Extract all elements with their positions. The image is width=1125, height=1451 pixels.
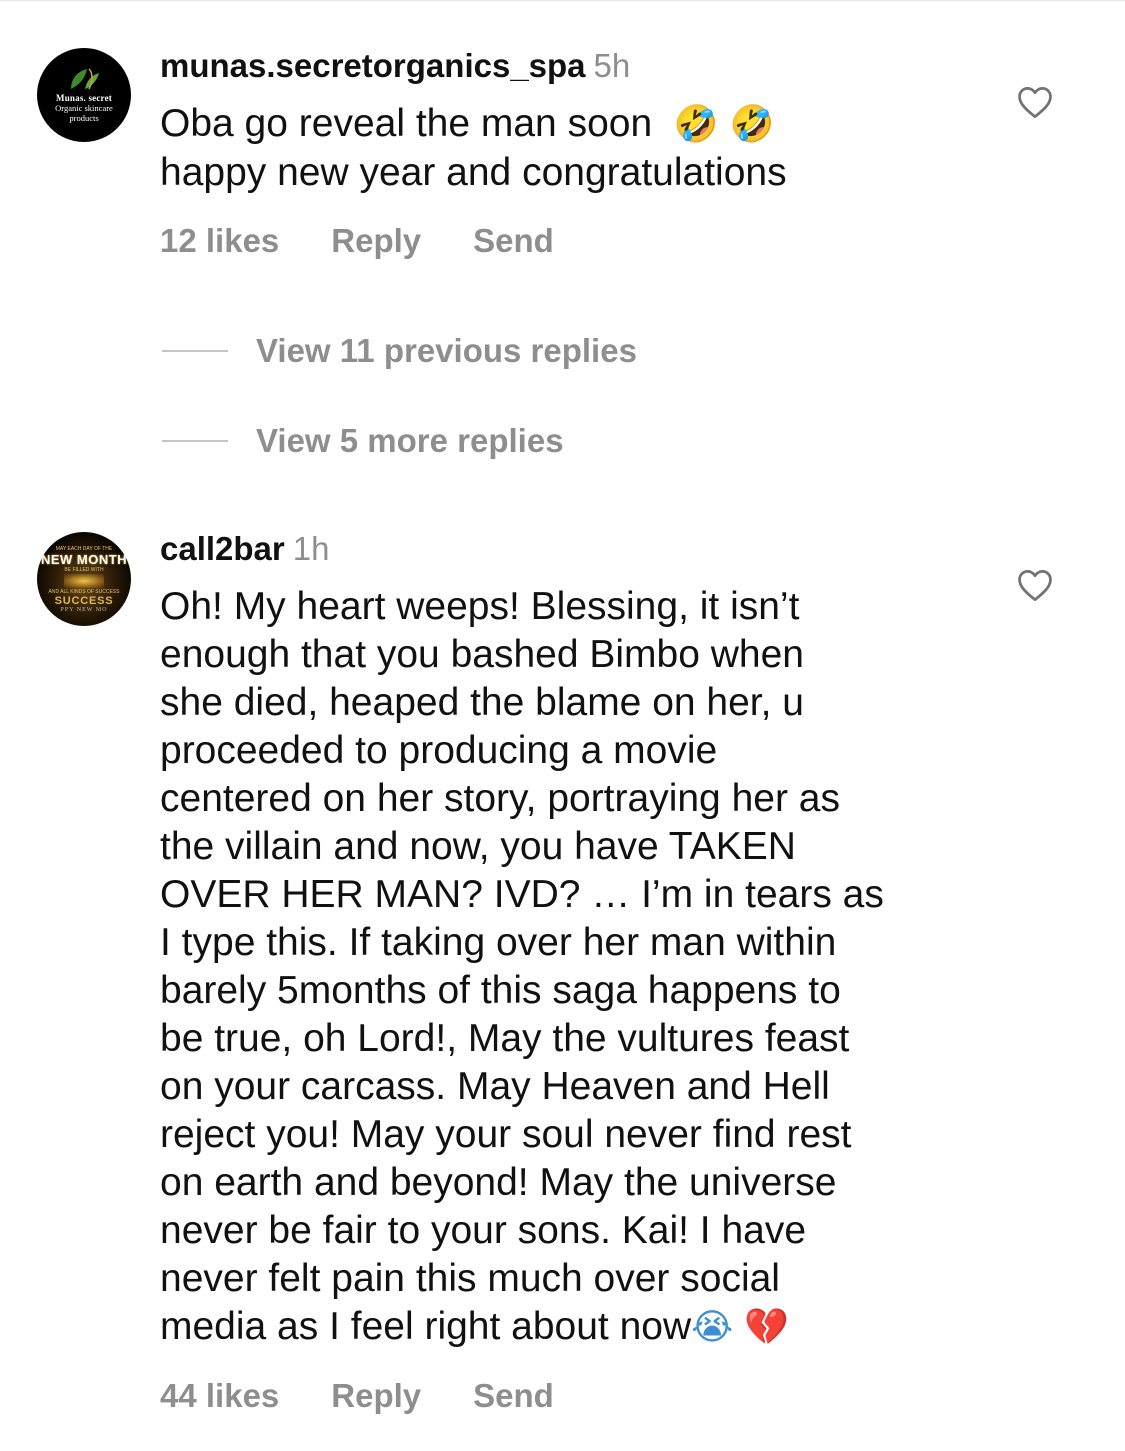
- likes-count[interactable]: 44 likes: [160, 1377, 279, 1415]
- comment-header: munas.secretorganics_spa 5h: [160, 47, 630, 85]
- comment-line: on earth and beyond! May the universe: [160, 1161, 837, 1204]
- comment-line: Oh! My heart weeps! Blessing, it isn’t: [160, 585, 800, 628]
- likes-count[interactable]: 12 likes: [160, 222, 279, 260]
- username[interactable]: munas.secretorganics_spa: [160, 47, 586, 84]
- username[interactable]: call2bar: [160, 530, 285, 567]
- laughing-emoji: 🤣: [673, 104, 719, 145]
- avatar[interactable]: MAY EACH DAY OF THE NEW MONTH BE FILLED …: [37, 532, 131, 626]
- avatar-glow: [64, 573, 104, 588]
- comment-line: on your carcass. May Heaven and Hell: [160, 1065, 830, 1108]
- comment-line: I type this. If taking over her man with…: [160, 921, 837, 964]
- comment-line: Oba go reveal the man soon: [160, 102, 653, 145]
- comment-line: media as I feel right about now: [160, 1305, 692, 1348]
- comment-text: Oh! My heart weeps! Blessing, it isn’t e…: [160, 583, 960, 1352]
- heart-outline-icon[interactable]: [1016, 85, 1054, 119]
- comment-line: barely 5months of this saga happens to: [160, 969, 841, 1012]
- avatar-text: SUCCESS: [54, 594, 114, 607]
- thread-line: [162, 350, 228, 352]
- laughing-emoji: 🤣: [729, 104, 775, 145]
- comment-line: never be fair to your sons. Kai! I have: [160, 1209, 807, 1252]
- avatar-text: NEW MONTH: [40, 551, 128, 567]
- thread-line: [162, 440, 228, 442]
- view-previous-replies[interactable]: View 11 previous replies: [162, 331, 637, 371]
- comment-line: the villain and now, you have TAKEN: [160, 825, 796, 868]
- reply-button[interactable]: Reply: [331, 222, 421, 260]
- broken-heart-emoji: 💔: [744, 1307, 789, 1348]
- avatar-brand-text: Munas. secret: [56, 93, 112, 103]
- comment-line: reject you! May your soul never find res…: [160, 1113, 852, 1156]
- avatar-text: BE FILLED WITH: [64, 566, 104, 573]
- send-button[interactable]: Send: [473, 222, 554, 260]
- comment-header: call2bar 1h: [160, 530, 329, 568]
- avatar-text: PPY NEW MO: [60, 606, 108, 613]
- avatar-brand-subtext: products: [69, 113, 99, 123]
- comment-line: she died, heaped the blame on her, u: [160, 681, 804, 724]
- comment-line: centered on her story, portraying her as: [160, 777, 840, 820]
- view-previous-replies-label[interactable]: View 11 previous replies: [256, 332, 637, 370]
- leaf-logo-icon: [71, 68, 99, 90]
- avatar[interactable]: Munas. secret Organic skincare products: [37, 48, 131, 142]
- comment-line: OVER HER MAN? IVD? … I’m in tears as: [160, 873, 884, 916]
- comment-line: enough that you bashed Bimbo when: [160, 633, 804, 676]
- view-more-replies-label[interactable]: View 5 more replies: [256, 422, 564, 460]
- timestamp: 5h: [593, 47, 631, 84]
- comment-actions: 12 likes Reply Send: [160, 222, 554, 260]
- comment-line: never felt pain this much over social: [160, 1257, 780, 1300]
- avatar-brand-subtext: Organic skincare: [55, 103, 113, 113]
- top-divider: [0, 0, 1125, 1]
- send-button[interactable]: Send: [473, 1377, 554, 1415]
- view-more-replies[interactable]: View 5 more replies: [162, 421, 564, 461]
- reply-button[interactable]: Reply: [331, 1377, 421, 1415]
- comment-line: proceeded to producing a movie: [160, 729, 718, 772]
- comment-text: Oba go reveal the man soon 🤣 🤣 happy new…: [160, 100, 960, 197]
- heart-outline-icon[interactable]: [1016, 568, 1054, 602]
- crying-emoji: 😭: [691, 1307, 734, 1348]
- comment-line: be true, oh Lord!, May the vultures feas…: [160, 1017, 850, 1060]
- comment-line: happy new year and congratulations: [160, 151, 787, 194]
- timestamp: 1h: [292, 530, 330, 567]
- comment-actions: 44 likes Reply Send: [160, 1377, 554, 1415]
